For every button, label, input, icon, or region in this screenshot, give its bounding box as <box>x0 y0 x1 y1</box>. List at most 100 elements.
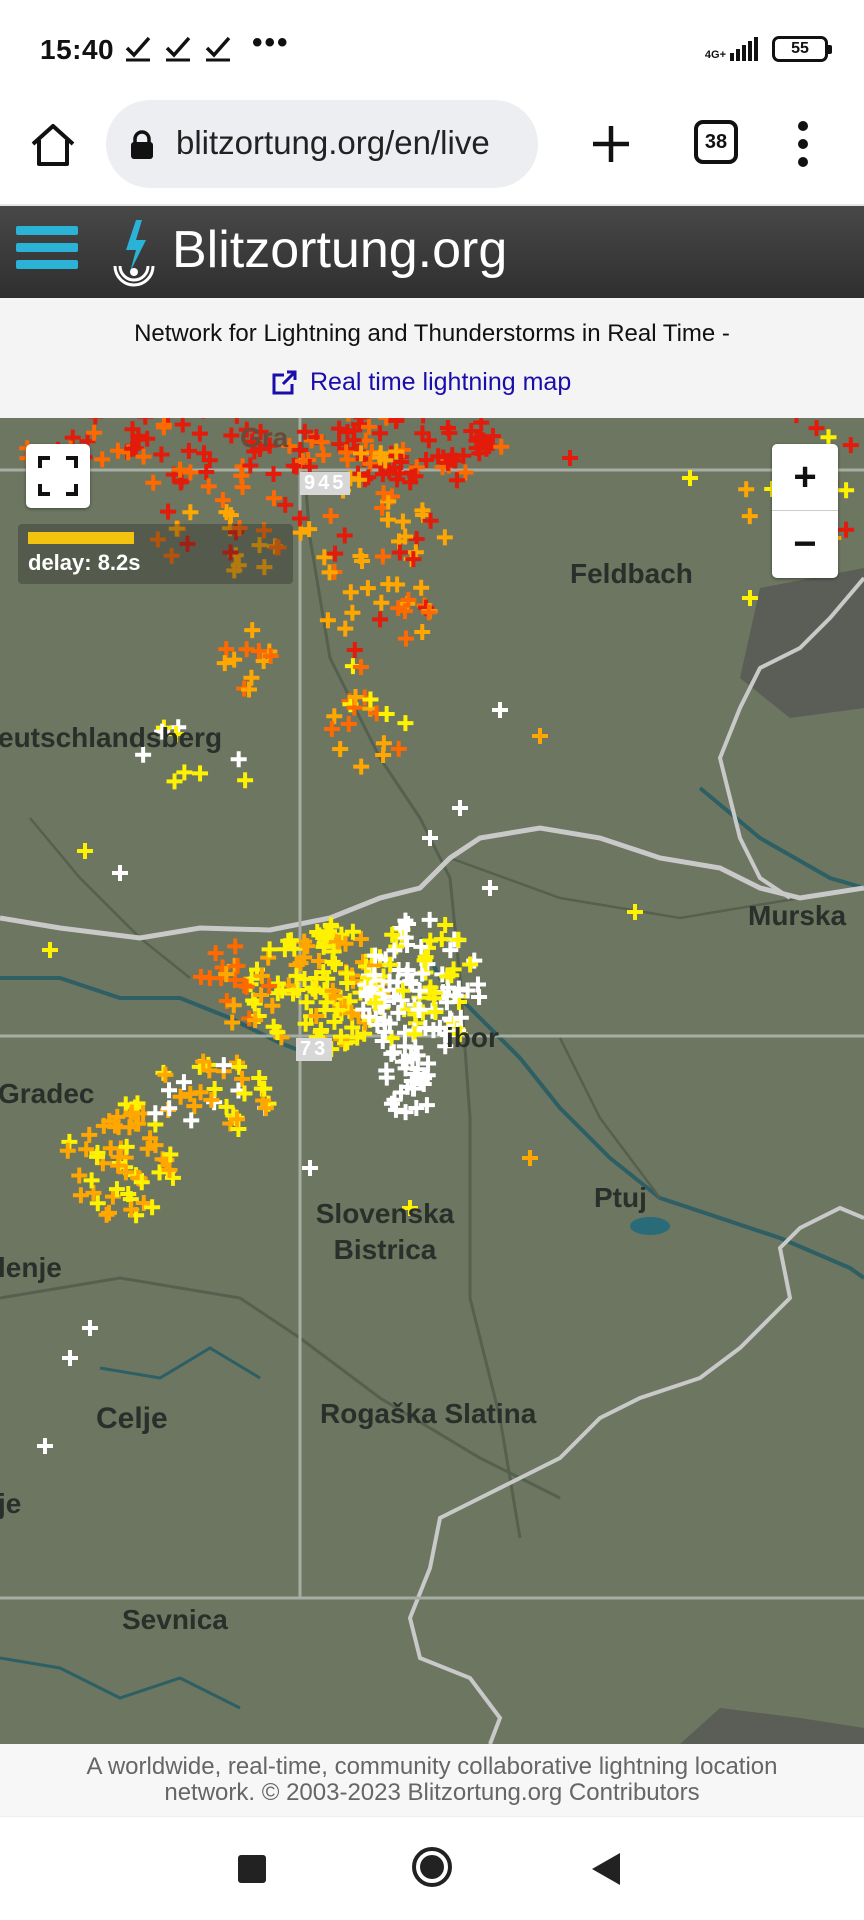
lightning-strike-marker <box>37 1438 53 1454</box>
url-text[interactable]: blitzortung.org/en/live <box>176 124 526 162</box>
lightning-strike-marker <box>161 1100 178 1117</box>
lightning-strike-marker <box>532 728 548 744</box>
lightning-strike-marker <box>331 420 348 437</box>
lightning-strike-marker <box>820 429 837 446</box>
lightning-strike-marker <box>492 702 508 718</box>
lightning-strike-marker <box>397 715 414 732</box>
lightning-strike-marker <box>147 1105 164 1122</box>
lightning-strike-marker <box>42 942 58 958</box>
lightning-strike-marker <box>337 620 354 637</box>
zoom-control: + − <box>772 444 838 578</box>
lightning-strike-marker <box>322 507 339 524</box>
home-icon[interactable] <box>28 120 78 170</box>
delay-text: delay: 8.2s <box>28 550 141 575</box>
lightning-strike-marker <box>427 1004 444 1021</box>
lightning-map[interactable]: 945 73 Feldbach eutschlandsberg Murska G… <box>0 418 864 1744</box>
lightning-strike-marker <box>229 957 246 974</box>
lightning-strike-marker <box>192 1084 209 1101</box>
lightning-strike-marker <box>452 800 468 816</box>
lightning-strike-marker <box>326 708 343 725</box>
lightning-strike-marker <box>344 604 361 621</box>
realtime-map-link[interactable]: Real time lightning map <box>270 368 571 397</box>
lightning-strike-marker <box>157 1066 174 1083</box>
lightning-strike-marker <box>421 418 426 424</box>
lightning-strike-marker <box>323 720 340 737</box>
lightning-strike-marker <box>62 1350 78 1366</box>
footer-line-1: A worldwide, real-time, community collab… <box>86 1753 778 1780</box>
system-nav-bar <box>0 1816 864 1920</box>
recents-button[interactable] <box>238 1855 266 1883</box>
address-bar[interactable]: blitzortung.org/en/live <box>106 100 538 188</box>
lightning-strike-marker <box>436 529 453 546</box>
check-icon <box>125 36 151 62</box>
lightning-strike-marker <box>291 510 308 527</box>
zoom-in-button[interactable]: + <box>772 444 838 511</box>
lightning-strike-marker <box>482 880 498 896</box>
status-time: 15:40 <box>40 34 115 65</box>
lightning-strike-marker <box>319 612 336 629</box>
delay-indicator: delay: 8.2s <box>18 524 293 584</box>
lightning-strike-marker <box>738 481 755 498</box>
back-button[interactable] <box>592 1853 620 1885</box>
lightning-strike-marker <box>137 418 154 425</box>
lightning-strike-marker <box>346 641 363 658</box>
battery-level: 55 <box>791 40 809 57</box>
realtime-map-link-label[interactable]: Real time lightning map <box>310 368 571 397</box>
more-menu-icon[interactable] <box>790 118 816 170</box>
lightning-strike-marker <box>627 904 643 920</box>
lightning-strike-marker <box>838 482 855 499</box>
lightning-strike-marker <box>72 1187 89 1204</box>
fullscreen-button[interactable] <box>26 444 90 508</box>
lightning-strike-marker <box>327 956 344 973</box>
place-label-graz: Gra <box>240 422 289 453</box>
lightning-strike-marker <box>413 579 430 596</box>
lightning-strike-marker <box>160 503 177 520</box>
lightning-strike-marker <box>77 843 93 859</box>
delay-bar <box>28 532 134 544</box>
lightning-strike-marker <box>359 580 376 597</box>
notification-icons <box>124 34 232 62</box>
site-title[interactable]: Blitzortung.org <box>172 220 507 280</box>
site-header: Blitzortung.org <box>0 206 864 298</box>
lightning-strike-marker <box>183 1112 200 1129</box>
lightning-strike-marker <box>324 953 341 970</box>
place-label-slovenska-bistrica: Slovenska Bistrica <box>315 1198 455 1265</box>
lightning-strike-marker <box>238 641 255 658</box>
lightning-strike-marker <box>101 1204 118 1221</box>
lightning-strike-marker <box>342 584 359 601</box>
lightning-strike-marker <box>206 1081 223 1098</box>
lightning-strike-marker <box>457 464 474 481</box>
new-tab-icon[interactable] <box>585 118 637 170</box>
home-button[interactable] <box>412 1847 452 1887</box>
lightning-strike-marker <box>394 513 411 530</box>
lightning-strike-marker <box>842 437 859 454</box>
lightning-strike-marker <box>224 1014 241 1031</box>
lightning-strike-marker <box>203 1091 220 1108</box>
lightning-strike-marker <box>153 446 170 463</box>
place-label-feldbach: Feldbach <box>570 558 693 589</box>
lightning-strike-marker <box>234 479 251 496</box>
zoom-out-button[interactable]: − <box>772 511 838 578</box>
lightning-strike-marker <box>216 655 233 672</box>
lightning-strike-marker <box>378 705 395 722</box>
network-label: 4G+ <box>704 49 726 61</box>
lightning-strike-marker <box>109 442 126 459</box>
lightning-strike-marker <box>473 418 490 431</box>
lightning-strike-marker <box>265 466 282 483</box>
lightning-strike-marker <box>340 716 357 733</box>
tagline-area: Network for Lightning and Thunderstorms … <box>0 298 864 418</box>
place-label-ptuj: Ptuj <box>594 1182 647 1213</box>
fullscreen-icon <box>38 456 78 496</box>
lightning-strike-marker <box>352 659 369 676</box>
lightning-strike-marker <box>741 508 758 525</box>
lightning-strike-marker <box>218 641 235 658</box>
lightning-strike-marker <box>214 492 231 509</box>
hamburger-menu-icon[interactable] <box>16 226 78 278</box>
lightning-strike-marker <box>176 764 193 781</box>
lightning-strike-marker <box>145 474 162 491</box>
tab-switcher-button[interactable]: 38 <box>694 120 738 164</box>
lightning-strike-marker <box>230 751 247 768</box>
lightning-strike-marker <box>135 448 152 465</box>
lightning-strike-marker <box>374 1032 391 1049</box>
place-label-rogaska-slatina: Rogaška Slatina <box>320 1398 537 1429</box>
